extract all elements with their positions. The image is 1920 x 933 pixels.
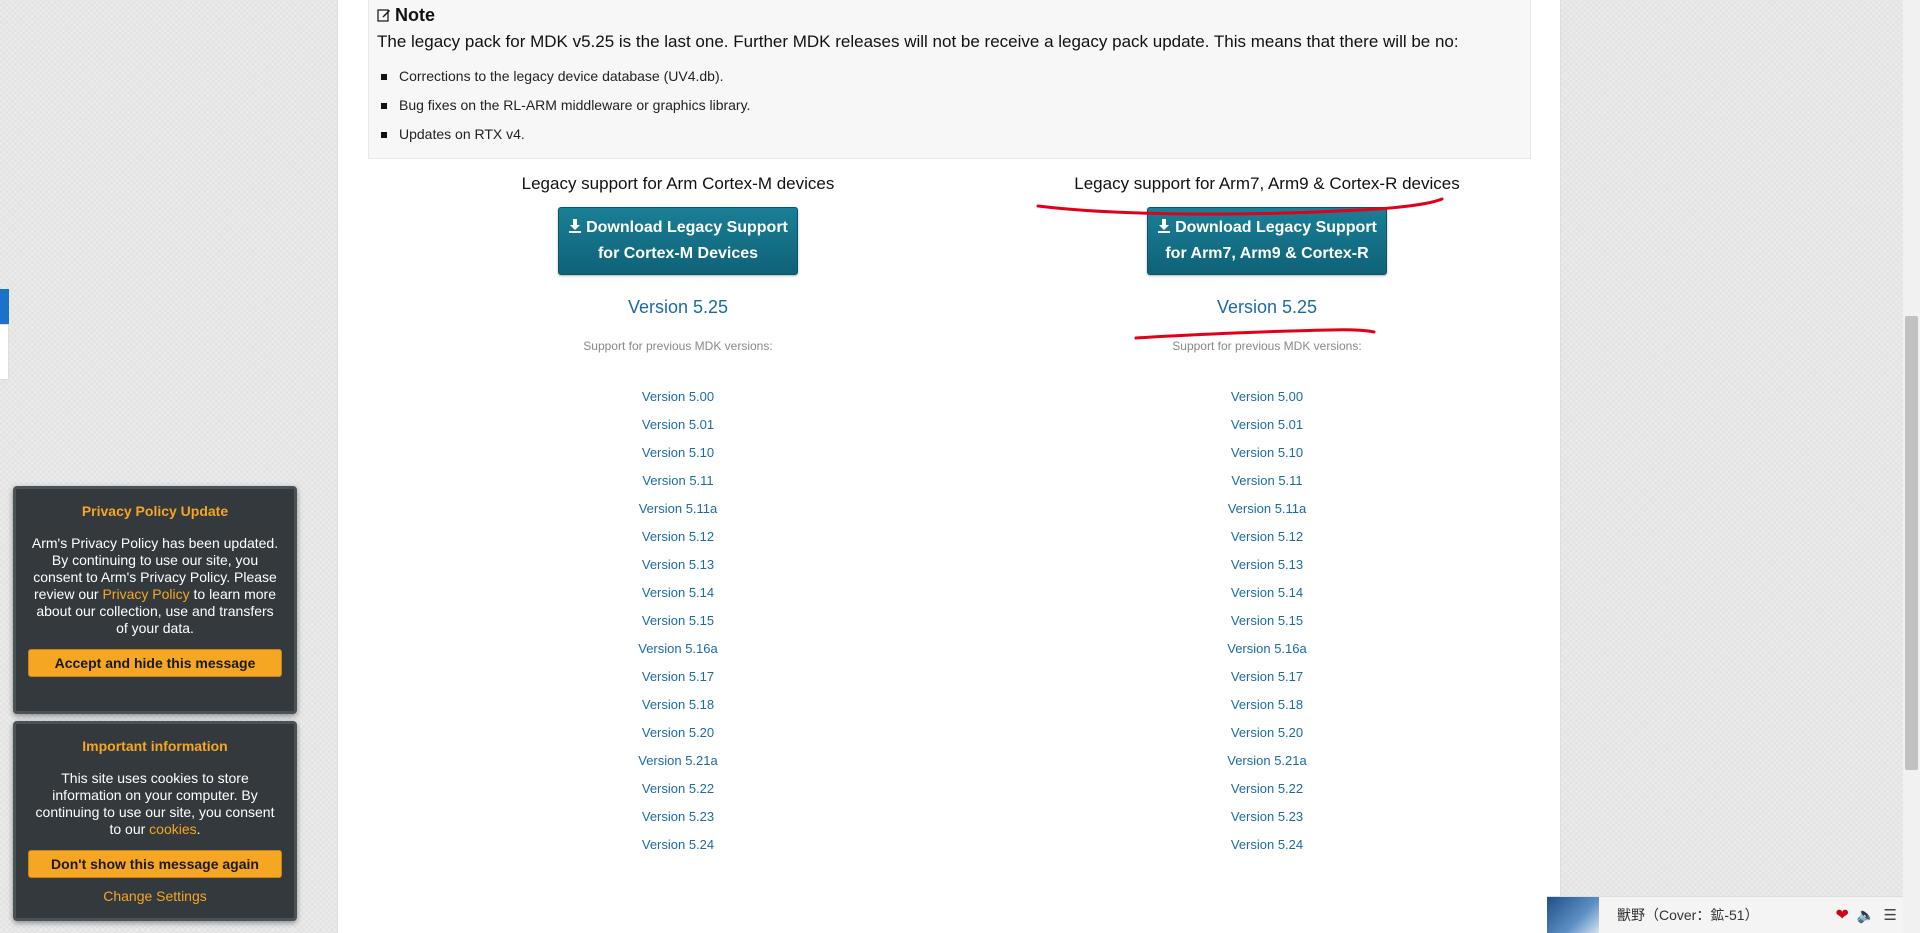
volume-icon[interactable]: 🔈 [1857, 906, 1876, 924]
popup-text: . [196, 821, 201, 837]
cortex-m-column: Legacy support for Arm Cortex-M devices … [388, 172, 968, 859]
playlist-icon[interactable]: ☰ [1884, 906, 1897, 924]
album-thumbnail[interactable] [1547, 896, 1599, 933]
version-link[interactable]: Version 5.15 [977, 607, 1557, 635]
list-item: Bug fixes on the RL-ARM middleware or gr… [377, 91, 1522, 120]
version-link[interactable]: Version 5.21a [388, 747, 968, 775]
button-line2: for Arm7, Arm9 & Cortex-R [1165, 245, 1369, 262]
arm7-arm9-cortex-r-column: Legacy support for Arm7, Arm9 & Cortex-R… [977, 172, 1557, 859]
button-line1: Download Legacy Support [1175, 219, 1377, 236]
version-link[interactable]: Version 5.14 [388, 579, 968, 607]
edit-icon [377, 9, 390, 22]
version-link[interactable]: Version 5.12 [388, 523, 968, 551]
version-link[interactable]: Version 5.24 [388, 831, 968, 859]
version-link[interactable]: Version 5.00 [977, 383, 1557, 411]
list-item: Corrections to the legacy device databas… [377, 62, 1522, 91]
popup-body: Arm's Privacy Policy has been updated. B… [16, 535, 294, 637]
version-main-link[interactable]: Version 5.25 [388, 295, 968, 319]
privacy-policy-link[interactable]: Privacy Policy [102, 586, 189, 602]
version-link[interactable]: Version 5.22 [977, 775, 1557, 803]
version-link[interactable]: Version 5.18 [388, 691, 968, 719]
version-link[interactable]: Version 5.23 [388, 803, 968, 831]
download-arm7-arm9-cortex-r-button[interactable]: Download Legacy Support for Arm7, Arm9 &… [1147, 207, 1387, 275]
note-text: The legacy pack for MDK v5.25 is the las… [377, 32, 1459, 51]
media-player: 獸野（Cover：鉱-51） ❤ 🔈 ☰ [1547, 896, 1903, 933]
column-title: Legacy support for Arm7, Arm9 & Cortex-R… [1074, 174, 1460, 193]
page-content: Note The legacy pack for MDK v5.25 is th… [337, 0, 1561, 933]
version-link[interactable]: Version 5.16a [977, 635, 1557, 663]
side-tab[interactable] [0, 289, 9, 324]
download-cortex-m-button[interactable]: Download Legacy Support for Cortex-M Dev… [558, 207, 798, 275]
popup-title: Privacy Policy Update [81, 503, 229, 519]
cookie-popup: Important information This site uses coo… [13, 721, 297, 921]
download-icon [1158, 219, 1171, 233]
version-link[interactable]: Version 5.22 [388, 775, 968, 803]
version-link[interactable]: Version 5.23 [977, 803, 1557, 831]
version-link[interactable]: Version 5.16a [388, 635, 968, 663]
popup-body: This site uses cookies to store informat… [16, 770, 294, 838]
column-title: Legacy support for Arm Cortex-M devices [521, 174, 835, 193]
version-link[interactable]: Version 5.12 [977, 523, 1557, 551]
button-line1: Download Legacy Support [586, 219, 788, 236]
scrollbar[interactable] [1903, 0, 1920, 933]
change-settings-link[interactable]: Change Settings [16, 888, 294, 904]
version-link[interactable]: Version 5.11 [388, 467, 968, 495]
version-link[interactable]: Version 5.15 [388, 607, 968, 635]
accept-hide-button[interactable]: Accept and hide this message [28, 649, 282, 677]
version-link[interactable]: Version 5.18 [977, 691, 1557, 719]
popup-title: Important information [82, 738, 228, 754]
note-title: Note [377, 4, 1522, 26]
version-main-link[interactable]: Version 5.25 [977, 295, 1557, 319]
list-item: Updates on RTX v4. [377, 120, 1522, 149]
version-link[interactable]: Version 5.01 [388, 411, 968, 439]
version-list: Version 5.00 Version 5.01 Version 5.10 V… [388, 383, 968, 859]
version-link[interactable]: Version 5.17 [388, 663, 968, 691]
heart-icon[interactable]: ❤ [1835, 905, 1848, 925]
previous-versions-label: Support for previous MDK versions: [1172, 339, 1362, 353]
note-box: Note The legacy pack for MDK v5.25 is th… [368, 0, 1531, 159]
side-tab-panel [0, 324, 9, 380]
version-link[interactable]: Version 5.01 [977, 411, 1557, 439]
version-link[interactable]: Version 5.11a [977, 495, 1557, 523]
version-link[interactable]: Version 5.10 [388, 439, 968, 467]
privacy-popup: Privacy Policy Update Arm's Privacy Poli… [13, 486, 297, 714]
version-link[interactable]: Version 5.00 [388, 383, 968, 411]
download-icon [569, 219, 582, 233]
version-link[interactable]: Version 5.24 [977, 831, 1557, 859]
version-link[interactable]: Version 5.10 [977, 439, 1557, 467]
note-title-text: Note [395, 4, 435, 25]
version-link[interactable]: Version 5.11 [977, 467, 1557, 495]
cookies-link[interactable]: cookies [149, 821, 196, 837]
previous-versions-label: Support for previous MDK versions: [583, 339, 773, 353]
version-link[interactable]: Version 5.20 [388, 719, 968, 747]
version-link[interactable]: Version 5.14 [977, 579, 1557, 607]
note-list: Corrections to the legacy device databas… [377, 62, 1522, 149]
button-line2: for Cortex-M Devices [597, 245, 759, 262]
version-link[interactable]: Version 5.11a [388, 495, 968, 523]
version-link[interactable]: Version 5.17 [977, 663, 1557, 691]
version-link[interactable]: Version 5.21a [977, 747, 1557, 775]
version-link[interactable]: Version 5.13 [388, 551, 968, 579]
version-list: Version 5.00 Version 5.01 Version 5.10 V… [977, 383, 1557, 859]
version-link[interactable]: Version 5.13 [977, 551, 1557, 579]
dont-show-again-button[interactable]: Don't show this message again [28, 850, 282, 878]
version-link[interactable]: Version 5.20 [977, 719, 1557, 747]
track-title: 獸野（Cover：鉱-51） [1617, 907, 1759, 923]
scroll-thumb[interactable] [1905, 316, 1918, 770]
